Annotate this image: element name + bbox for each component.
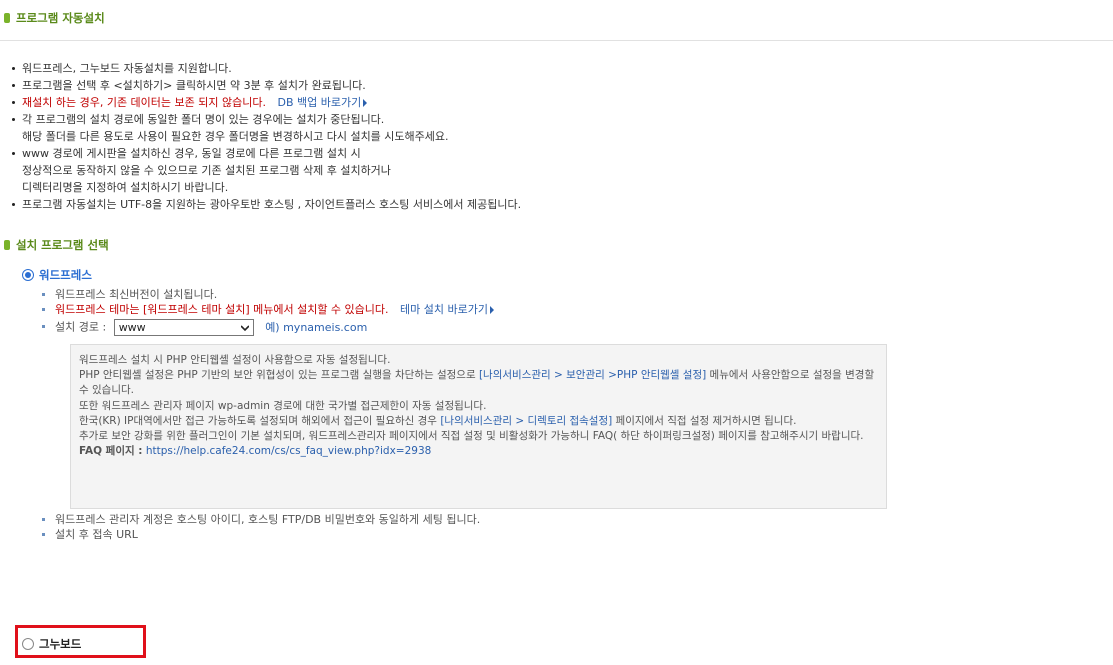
info-text: 페이지에서 직접 설정 제거하시면 됩니다.	[612, 414, 797, 427]
chevron-down-icon	[240, 325, 249, 332]
detail-text: 워드프레스 최신버전이 설치됩니다.	[55, 288, 218, 301]
theme-install-link-label[interactable]: 테마 설치 바로가기	[400, 303, 488, 316]
info-text: PHP 안티웹셸 설정은 PHP 기반의 보안 위협성이 있는 프로그램 실행을…	[79, 369, 479, 382]
section-bullet-icon	[4, 240, 10, 250]
faq-link[interactable]: https://help.cafe24.com/cs/cs_faq_view.p…	[146, 445, 431, 457]
list-item: 설치 후 접속 URL	[42, 527, 942, 542]
faq-line: FAQ 페이지 : https://help.cafe24.com/cs/cs_…	[79, 444, 878, 459]
directory-access-menu-link[interactable]: [나의서비스관리 > 디렉토리 접속설정]	[440, 415, 612, 427]
antiwebshell-menu-link[interactable]: [나의서비스관리 > 보안관리 >PHP 안티웹셸 설정]	[479, 369, 706, 381]
intro-text: 프로그램을 선택 후 <설치하기> 클릭하시면 약 3분 후 설치가 완료됩니다…	[22, 79, 366, 92]
list-item: 워드프레스 관리자 계정은 호스팅 아이디, 호스팅 FTP/DB 비밀번호와 …	[42, 512, 942, 527]
info-paragraph: 한국(KR) IP대역에서만 접근 가능하도록 설정되며 해외에서 접근이 필요…	[79, 414, 878, 429]
section-title-text: 프로그램 자동설치	[16, 11, 105, 25]
detail-text: 설치 후 접속 URL	[55, 528, 138, 541]
section-title-text: 설치 프로그램 선택	[16, 238, 109, 252]
info-text: 추가로 보안 강화를 위한 플러그인이 기본 설치되며, 워드프레스관리자 페이…	[79, 430, 864, 443]
gnuboard-label[interactable]: 그누보드	[39, 636, 81, 652]
info-paragraph: PHP 안티웹셸 설정은 PHP 기반의 보안 위협성이 있는 프로그램 실행을…	[79, 368, 878, 398]
db-backup-link[interactable]: DB 백업 바로가기	[278, 96, 368, 109]
arrow-right-icon	[363, 99, 368, 107]
list-item: 재설치 하는 경우, 기존 데이터는 보존 되지 않습니다. DB 백업 바로가…	[12, 94, 1102, 111]
install-path-value: www	[118, 321, 146, 334]
intro-list: 워드프레스, 그누보드 자동설치를 지원합니다. 프로그램을 선택 후 <설치하…	[12, 60, 1102, 213]
wordpress-option[interactable]: 워드프레스	[22, 267, 92, 283]
info-text: 한국(KR) IP대역에서만 접근 가능하도록 설정되며 해외에서 접근이 필요…	[79, 414, 441, 427]
intro-text: www 경로에 게시판을 설치하신 경우, 동일 경로에 다른 프로그램 설치 …	[22, 147, 361, 160]
section-bullet-icon	[4, 13, 10, 23]
db-backup-link-label[interactable]: DB 백업 바로가기	[278, 96, 362, 109]
theme-warning: 워드프레스 테마는 [워드프레스 테마 설치] 메뉴에서 설치할 수 있습니다.	[55, 303, 389, 316]
intro-text: 각 프로그램의 설치 경로에 동일한 폴더 명이 있는 경우에는 설치가 중단됩…	[22, 113, 385, 126]
intro-text: 워드프레스, 그누보드 자동설치를 지원합니다.	[22, 62, 232, 75]
section-title-select-program: 설치 프로그램 선택	[4, 237, 109, 253]
gnuboard-option[interactable]: 그누보드	[22, 636, 81, 652]
list-item: 워드프레스, 그누보드 자동설치를 지원합니다.	[12, 60, 1102, 77]
install-path-select[interactable]: www	[113, 319, 254, 336]
path-example: 예) mynameis.com	[265, 320, 368, 334]
info-text: 워드프레스 설치 시 PHP 안티웹셸 설정이 사용함으로 자동 설정됩니다.	[79, 354, 391, 366]
intro-text: 디렉터리명을 지정하여 설치하시기 바랍니다.	[22, 181, 229, 194]
intro-text: 프로그램 자동설치는 UTF-8을 지원하는 광아우토반 호스팅 , 자이언트플…	[22, 198, 522, 211]
list-item: 워드프레스 테마는 [워드프레스 테마 설치] 메뉴에서 설치할 수 있습니다.…	[42, 302, 942, 317]
gnuboard-radio[interactable]	[22, 638, 34, 650]
divider	[0, 40, 1113, 41]
install-path-label: 설치 경로 :	[55, 320, 107, 334]
wordpress-label[interactable]: 워드프레스	[39, 267, 92, 283]
arrow-right-icon	[489, 306, 494, 314]
list-item: 워드프레스 최신버전이 설치됩니다.	[42, 287, 942, 302]
info-text: 또한 워드프레스 관리자 페이지 wp-admin 경로에 대한 국가별 접근제…	[79, 399, 487, 412]
list-item: 각 프로그램의 설치 경로에 동일한 폴더 명이 있는 경우에는 설치가 중단됩…	[12, 111, 1102, 145]
detail-text: 워드프레스 관리자 계정은 호스팅 아이디, 호스팅 FTP/DB 비밀번호와 …	[55, 513, 481, 526]
security-info-box: 워드프레스 설치 시 PHP 안티웹셸 설정이 사용함으로 자동 설정됩니다. …	[70, 344, 887, 509]
list-item: 프로그램을 선택 후 <설치하기> 클릭하시면 약 3분 후 설치가 완료됩니다…	[12, 77, 1102, 94]
list-item: 설치 경로 : www 예) mynameis.com	[42, 319, 942, 336]
reinstall-warning: 재설치 하는 경우, 기존 데이터는 보존 되지 않습니다.	[22, 96, 266, 109]
intro-text: 해당 폴더를 다른 용도로 사용이 필요한 경우 폴더명을 변경하시고 다시 설…	[22, 130, 449, 143]
list-item: www 경로에 게시판을 설치하신 경우, 동일 경로에 다른 프로그램 설치 …	[12, 145, 1102, 196]
wordpress-details: 워드프레스 최신버전이 설치됩니다. 워드프레스 테마는 [워드프레스 테마 설…	[42, 287, 942, 336]
list-item: 프로그램 자동설치는 UTF-8을 지원하는 광아우토반 호스팅 , 자이언트플…	[12, 196, 1102, 213]
wordpress-details-2: 워드프레스 관리자 계정은 호스팅 아이디, 호스팅 FTP/DB 비밀번호와 …	[42, 512, 942, 542]
intro-text: 정상적으로 동작하지 않을 수 있으므로 기존 설치된 프로그램 삭제 후 설치…	[22, 164, 391, 177]
faq-label: FAQ 페이지 :	[79, 445, 143, 458]
wordpress-radio[interactable]	[22, 269, 34, 281]
section-title-auto-install: 프로그램 자동설치	[4, 10, 105, 26]
theme-install-link[interactable]: 테마 설치 바로가기	[400, 303, 494, 316]
